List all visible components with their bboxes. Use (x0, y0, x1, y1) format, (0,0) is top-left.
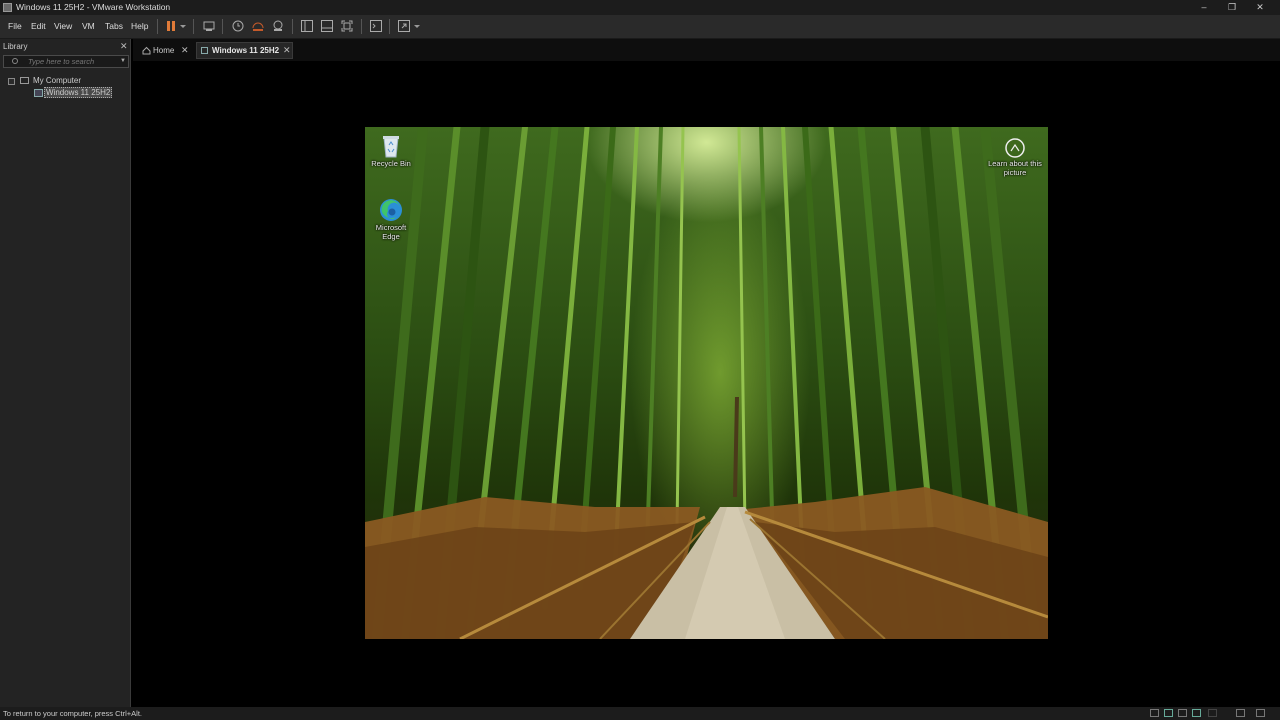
pause-icon[interactable] (164, 19, 178, 33)
search-icon (12, 58, 18, 64)
revert-snapshot-icon[interactable] (251, 19, 265, 33)
vm-guest-display[interactable]: Recycle Bin Microsoft Edge Learn about t… (365, 127, 1048, 639)
library-title: Library (3, 42, 28, 51)
menu-edit[interactable]: Edit (31, 21, 46, 31)
library-view-icon[interactable] (300, 19, 314, 33)
printer-icon[interactable] (1208, 709, 1217, 717)
menu-help[interactable]: Help (131, 21, 148, 31)
recycle-bin-label: Recycle Bin (371, 159, 411, 168)
tree-collapse-toggle[interactable] (8, 78, 15, 85)
learn-about-picture[interactable]: Learn about this picture (987, 137, 1043, 177)
chevron-down-icon[interactable]: ▼ (120, 58, 126, 64)
fullscreen-icon[interactable] (340, 19, 354, 33)
display-icon[interactable] (1236, 709, 1245, 717)
edge-icon (380, 199, 402, 221)
usb-icon[interactable] (1178, 709, 1187, 717)
menu-toolbar-bar: File Edit View VM Tabs Help (0, 15, 1280, 39)
title-bar: Windows 11 25H2 - VMware Workstation – ❐… (0, 0, 1280, 15)
stretch-guest-icon[interactable] (397, 19, 411, 33)
library-panel: Library ✕ Type here to search ▼ My Compu… (0, 39, 131, 707)
home-icon (142, 46, 151, 55)
menu-tabs[interactable]: Tabs (105, 21, 123, 31)
library-close-button[interactable]: ✕ (120, 41, 128, 52)
search-placeholder: Type here to search (28, 57, 95, 66)
restore-button[interactable]: ❐ (1220, 1, 1244, 14)
menu-vm[interactable]: VM (82, 21, 95, 31)
library-search-input[interactable]: Type here to search ▼ (3, 55, 129, 68)
menu-file[interactable]: File (8, 21, 22, 31)
recycle-bin-icon (383, 136, 399, 158)
toolbar-separator (361, 19, 362, 34)
window-title: Windows 11 25H2 - VMware Workstation (16, 2, 171, 12)
close-button[interactable]: ✕ (1248, 1, 1272, 14)
minimize-button[interactable]: – (1192, 1, 1216, 14)
dropdown-arrow-icon[interactable] (179, 19, 187, 33)
tab-windows-11-label: Windows 11 25H2 (212, 46, 280, 55)
console-view-icon[interactable] (369, 19, 383, 33)
message-icon[interactable] (1256, 709, 1265, 717)
tab-home-label: Home (153, 46, 175, 55)
dropdown-arrow-icon[interactable] (413, 19, 421, 33)
status-message: To return to your computer, press Ctrl+A… (3, 709, 143, 718)
send-ctrl-alt-del-icon[interactable] (202, 19, 216, 33)
tree-item-windows-11[interactable]: Windows 11 25H2 (44, 87, 113, 98)
bamboo-wallpaper (365, 127, 1048, 639)
status-bar: To return to your computer, press Ctrl+A… (0, 707, 1280, 720)
snapshot-icon[interactable] (231, 19, 245, 33)
computer-icon (20, 77, 29, 84)
toolbar-separator (193, 19, 194, 34)
desktop-icon-microsoft-edge[interactable]: Microsoft Edge (369, 197, 413, 241)
tab-windows-11[interactable]: Windows 11 25H2 ✕ (196, 42, 293, 59)
tree-item-my-computer[interactable]: My Computer (33, 76, 81, 85)
hard-disk-icon[interactable] (1150, 709, 1159, 717)
toolbar-separator (389, 19, 390, 34)
tab-windows-11-close-icon[interactable]: ✕ (283, 45, 291, 56)
sound-icon[interactable] (1192, 709, 1201, 717)
microsoft-edge-label: Microsoft Edge (375, 223, 407, 241)
tab-home[interactable]: Home ✕ (139, 42, 189, 59)
toolbar-separator (157, 19, 158, 34)
vmware-app-icon (3, 3, 12, 12)
tab-home-close-icon[interactable]: ✕ (181, 45, 189, 56)
desktop-icon-recycle-bin[interactable]: Recycle Bin (369, 133, 413, 168)
tab-bar: Home ✕ Windows 11 25H2 ✕ (133, 39, 1280, 61)
vm-tab-icon (201, 47, 208, 54)
toolbar-separator (222, 19, 223, 34)
learn-about-label: Learn about this picture (988, 159, 1042, 177)
vm-running-icon (34, 89, 43, 97)
toolbar-separator (292, 19, 293, 34)
menu-view[interactable]: View (54, 21, 72, 31)
network-icon[interactable] (1164, 709, 1173, 717)
snapshot-manager-icon[interactable] (271, 19, 285, 33)
thumbnail-bar-icon[interactable] (320, 19, 334, 33)
camera-lens-icon (1005, 138, 1025, 158)
